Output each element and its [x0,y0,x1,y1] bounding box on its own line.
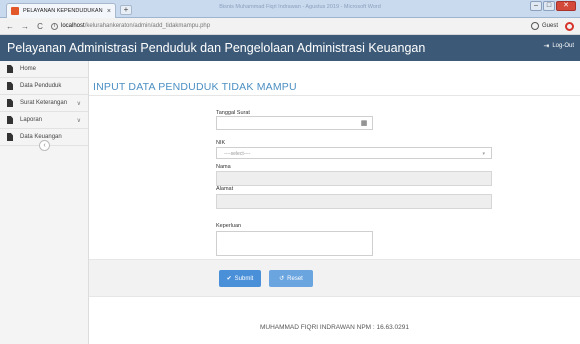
browser-tab-bar: PELAYANAN KEPENDUDUKAN × + Bisnis Muhamm… [0,0,580,18]
check-icon: ✔ [226,276,232,282]
alamat-field [216,194,492,209]
url-field[interactable]: i localhost /kelurahankeraton/admin/add_… [51,22,211,30]
main-content: INPUT DATA PENDUDUK TIDAK MAMPU Tanggal … [89,61,580,344]
logout-label: Log-Out [552,43,574,49]
sidebar-item-home[interactable]: Home [0,61,88,78]
sidebar-item-label: Data Keuangan [20,134,62,140]
profile-button[interactable]: Guest [530,22,558,30]
reset-label: Reset [287,275,303,282]
nama-field [216,171,492,186]
calendar-icon[interactable]: ▦ [356,117,372,131]
url-host: localhost [61,23,85,29]
close-window-button[interactable]: ✕ [556,1,576,11]
profile-icon [530,22,539,30]
address-bar: ← → C i localhost /kelurahankeraton/admi… [0,18,580,35]
tanggal-surat-input[interactable]: ▦ [216,116,373,130]
nama-label: Nama [216,164,231,170]
window-controls: – □ ✕ [530,1,576,11]
browser-tab[interactable]: PELAYANAN KEPENDUDUKAN × [6,3,116,18]
nik-label: NIK [216,140,226,146]
sidebar-item-surat-keterangan[interactable]: Surat Keterangan ∨ [0,95,88,112]
chevron-down-icon: ∨ [76,118,81,124]
document-icon [7,82,13,90]
url-path: /kelurahankeraton/admin/add_tidakmampu.p… [84,23,211,29]
keperluan-label: Keperluan [216,223,242,229]
sidebar-item-data-penduduk[interactable]: Data Penduduk [0,78,88,95]
profile-label: Guest [541,23,558,29]
new-tab-button[interactable]: + [120,5,132,15]
nik-select[interactable]: ----select---- ▾ [216,147,492,159]
minimize-button[interactable]: – [530,1,542,11]
chevron-down-icon: ∨ [76,101,81,107]
logout-icon: ⇥ [543,43,550,50]
window-title: Bisnis Muhammad Fiqri Indrawan - Agustus… [219,4,381,10]
sidebar-item-label: Surat Keterangan [20,100,68,106]
document-icon [7,99,13,107]
sidebar: Home Data Penduduk Surat Keterangan ∨ La… [0,61,89,344]
document-icon [7,133,13,141]
favicon-icon [11,7,19,15]
opera-menu-icon[interactable] [565,22,574,31]
chevron-down-icon: ▾ [482,151,485,157]
info-icon[interactable]: i [51,22,58,30]
nik-selected-value: ----select---- [224,151,251,157]
reload-button[interactable]: C [35,22,45,31]
tab-title: PELAYANAN KEPENDUDUKAN [23,8,103,14]
keperluan-textarea[interactable] [216,231,373,256]
sidebar-collapse-button[interactable]: ‹ [39,140,50,151]
sidebar-item-label: Laporan [20,117,43,123]
sidebar-item-laporan[interactable]: Laporan ∨ [0,112,88,129]
tab-close-icon[interactable]: × [107,8,111,15]
maximize-button[interactable]: □ [543,1,555,11]
app-header: Pelayanan Administrasi Penduduk dan Peng… [0,35,580,61]
document-icon [7,116,13,124]
footer-text: MUHAMMAD FIQRI INDRAWAN NPM : 16.63.0291 [259,324,410,331]
form-actions: ✔ Submit ↺ Reset [89,259,580,297]
document-icon [7,65,13,73]
reset-icon: ↺ [279,276,285,282]
alamat-label: Alamat [216,186,234,192]
title-divider [89,95,580,96]
logout-button[interactable]: ⇥ Log-Out [543,42,574,50]
app-title: Pelayanan Administrasi Penduduk dan Peng… [7,41,426,55]
page-title: INPUT DATA PENDUDUK TIDAK MAMPU [93,81,297,93]
submit-label: Submit [234,275,254,282]
back-button[interactable]: ← [5,22,15,31]
reset-button[interactable]: ↺ Reset [269,270,313,287]
sidebar-item-label: Data Penduduk [20,83,62,89]
submit-button[interactable]: ✔ Submit [219,270,261,287]
forward-button[interactable]: → [20,22,30,31]
sidebar-item-label: Home [20,66,37,72]
